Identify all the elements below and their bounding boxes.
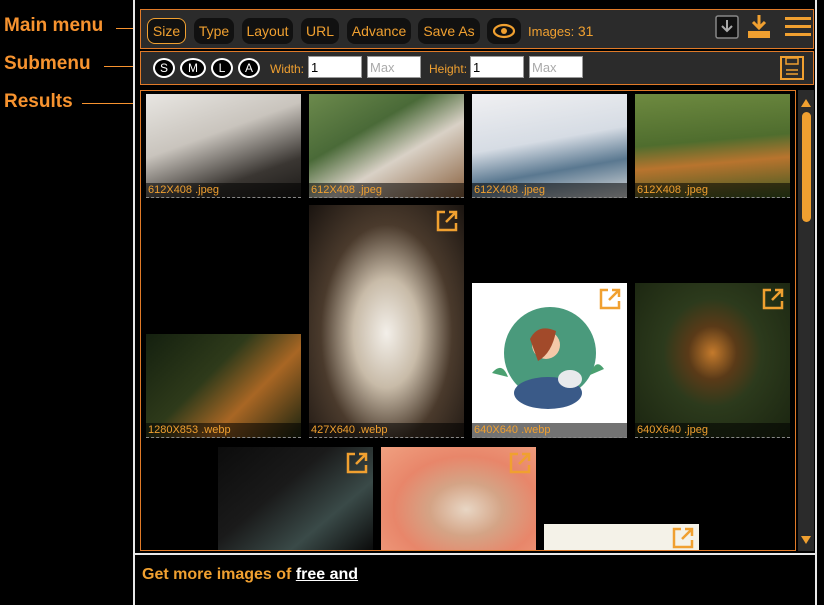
save-icon[interactable]	[780, 56, 804, 80]
width-min-input[interactable]	[308, 56, 362, 78]
footer-link[interactable]: free and	[296, 566, 358, 583]
size-large-button[interactable]: L	[211, 58, 233, 78]
width-max-input[interactable]	[367, 56, 421, 78]
open-external-icon[interactable]	[598, 287, 622, 311]
download-icon[interactable]	[715, 15, 739, 39]
image-tile[interactable]: 427X640 .webp	[309, 205, 464, 438]
save-as-button[interactable]: Save As	[418, 18, 480, 44]
image-caption: 427X640 .webp	[309, 423, 464, 438]
eye-icon[interactable]	[487, 18, 521, 44]
advance-button[interactable]: Advance	[347, 18, 411, 44]
image-tile[interactable]	[218, 447, 373, 550]
scroll-down-arrow-icon[interactable]	[801, 531, 811, 549]
image-caption: 612X408 .jpeg	[472, 183, 627, 198]
image-tile[interactable]: 612X408 .jpeg	[472, 94, 627, 198]
scroll-up-arrow-icon[interactable]	[801, 94, 811, 112]
open-external-icon[interactable]	[435, 209, 459, 233]
image-tile[interactable]: 612X408 .jpeg	[146, 94, 301, 198]
results-grid: 612X408 .jpeg 612X408 .jpeg 612X408 .jpe…	[140, 90, 796, 551]
open-external-icon[interactable]	[508, 451, 532, 475]
scroll-thumb[interactable]	[802, 112, 811, 222]
footer-text: Get more images of	[142, 566, 292, 583]
image-caption: 640X640 .webp	[472, 423, 627, 438]
height-min-input[interactable]	[470, 56, 524, 78]
submenu: S M L A Width: Height:	[140, 51, 814, 85]
results-scrollbar[interactable]	[798, 90, 814, 551]
open-external-icon[interactable]	[761, 287, 785, 311]
annotation-pointer-line	[82, 103, 140, 104]
image-tile[interactable]: 640X640 .webp	[472, 283, 627, 438]
size-medium-button[interactable]: M	[180, 58, 206, 78]
image-tile[interactable]: 1280X853 .webp	[146, 334, 301, 438]
size-button[interactable]: Size	[147, 18, 186, 44]
footer-divider	[135, 553, 815, 555]
footer: Get more images of free and	[142, 566, 358, 584]
image-tile[interactable]	[381, 447, 536, 550]
layout-button[interactable]: Layout	[242, 18, 293, 44]
images-count: Images: 31	[528, 23, 593, 39]
image-caption: 1280X853 .webp	[146, 423, 301, 438]
open-external-icon[interactable]	[671, 526, 695, 550]
hamburger-menu-icon[interactable]	[785, 16, 811, 38]
image-caption: 640X640 .jpeg	[635, 423, 790, 438]
image-tile[interactable]: 612X408 .jpeg	[309, 94, 464, 198]
annotation-results: Results	[4, 91, 73, 112]
download-all-icon[interactable]	[747, 13, 771, 39]
main-menu: Size Type Layout URL Advance Save As Ima…	[140, 9, 814, 49]
image-tile[interactable]	[544, 524, 699, 550]
size-small-button[interactable]: S	[153, 58, 175, 78]
images-number: 31	[577, 23, 594, 39]
annotation-main-menu: Main menu	[4, 15, 104, 36]
image-tile[interactable]: 640X640 .jpeg	[635, 283, 790, 438]
open-external-icon[interactable]	[345, 451, 369, 475]
url-button[interactable]: URL	[301, 18, 339, 44]
size-all-button[interactable]: A	[238, 58, 260, 78]
images-label: Images:	[528, 24, 575, 39]
image-caption: 612X408 .jpeg	[309, 183, 464, 198]
image-caption: 612X408 .jpeg	[146, 183, 301, 198]
image-tile[interactable]: 612X408 .jpeg	[635, 94, 790, 198]
width-label: Width:	[270, 62, 305, 76]
image-caption: 612X408 .jpeg	[635, 183, 790, 198]
type-button[interactable]: Type	[194, 18, 234, 44]
annotation-submenu: Submenu	[4, 53, 91, 74]
height-max-input[interactable]	[529, 56, 583, 78]
height-label: Height:	[429, 62, 468, 76]
